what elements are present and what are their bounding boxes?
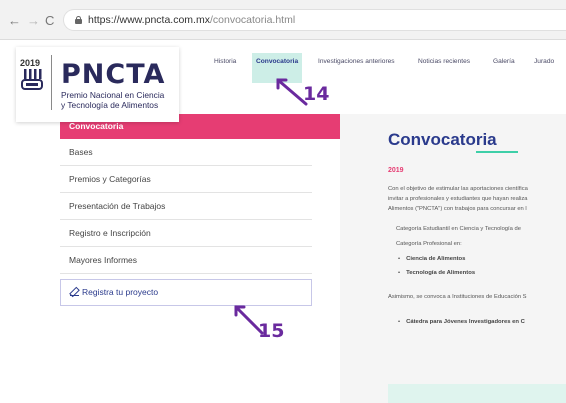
bullet-item: • Tecnología de Alimentos <box>398 270 476 276</box>
sidebar-item-premios[interactable]: Premios y Categorías <box>60 166 312 193</box>
nav-galeria[interactable]: Galería <box>493 53 515 83</box>
pencil-icon <box>70 287 79 296</box>
category-line: Categoría Profesional en: <box>396 241 462 247</box>
content-paragraph-line: Alimentos ("PNCTA") con trabajos para co… <box>388 206 527 212</box>
nav-historia[interactable]: Historia <box>214 53 236 83</box>
sidebar-item-bases[interactable]: Bases <box>60 139 312 166</box>
logo-emblem-icon <box>21 69 43 90</box>
web-page: Historia Convocatoria Investigaciones an… <box>0 41 566 403</box>
browser-toolbar: ← → C https://www.pncta.com.mx/convocato… <box>0 0 566 40</box>
annotation-label-15: 15 <box>258 320 285 342</box>
register-project-button[interactable]: Registra tu proyecto <box>60 279 312 306</box>
logo-title: PNCTA <box>61 59 166 90</box>
site-logo[interactable]: 2019 PNCTA Premio Nacional en Ciencia y … <box>16 47 179 122</box>
sidebar-item-presentacion[interactable]: Presentación de Trabajos <box>60 193 312 220</box>
content-paragraph-line: invitar a profesionales y estudiantes qu… <box>388 196 528 202</box>
bullet-item: • Cátedra para Jóvenes Investigadores en … <box>398 319 525 325</box>
nav-convocatoria[interactable]: Convocatoria <box>252 53 303 83</box>
lock-icon <box>75 16 82 24</box>
logo-subtitle: Premio Nacional en Ciencia <box>61 90 165 100</box>
address-bar[interactable]: https://www.pncta.com.mx/convocatoria.ht… <box>63 9 566 31</box>
nav-noticias-recientes[interactable]: Noticias recientes <box>418 53 470 83</box>
nav-jurado[interactable]: Jurado <box>534 53 554 83</box>
category-line: Categoría Estudiantil en Ciencia y Tecno… <box>396 226 521 232</box>
title-underline <box>476 151 518 153</box>
content-year: 2019 <box>388 167 404 174</box>
url-text[interactable]: https://www.pncta.com.mx/convocatoria.ht… <box>88 14 295 26</box>
forward-arrow-icon[interactable]: → <box>27 14 40 27</box>
logo-divider <box>51 55 52 110</box>
content-paragraph-line: Con el objetivo de estimular las aportac… <box>388 186 528 192</box>
sidebar-item-registro[interactable]: Registro e Inscripción <box>60 220 312 247</box>
logo-year: 2019 <box>20 58 41 68</box>
bullet-item: • Ciencia de Alimentos <box>398 256 466 262</box>
teal-banner <box>388 384 566 403</box>
reload-icon[interactable]: C <box>45 14 54 27</box>
page-title: Convocatoria <box>388 130 497 149</box>
sidebar-item-informes[interactable]: Mayores Informes <box>60 247 312 274</box>
asimismo-line: Asimismo, se convoca a Instituciones de … <box>388 294 527 300</box>
register-project-label: Registra tu proyecto <box>82 287 159 297</box>
annotation-label-14: 14 <box>303 83 330 105</box>
logo-subtitle: y Tecnología de Alimentos <box>61 100 159 110</box>
back-arrow-icon[interactable]: ← <box>8 14 21 27</box>
nav-investigaciones-anteriores[interactable]: Investigaciones anteriores <box>318 53 395 83</box>
